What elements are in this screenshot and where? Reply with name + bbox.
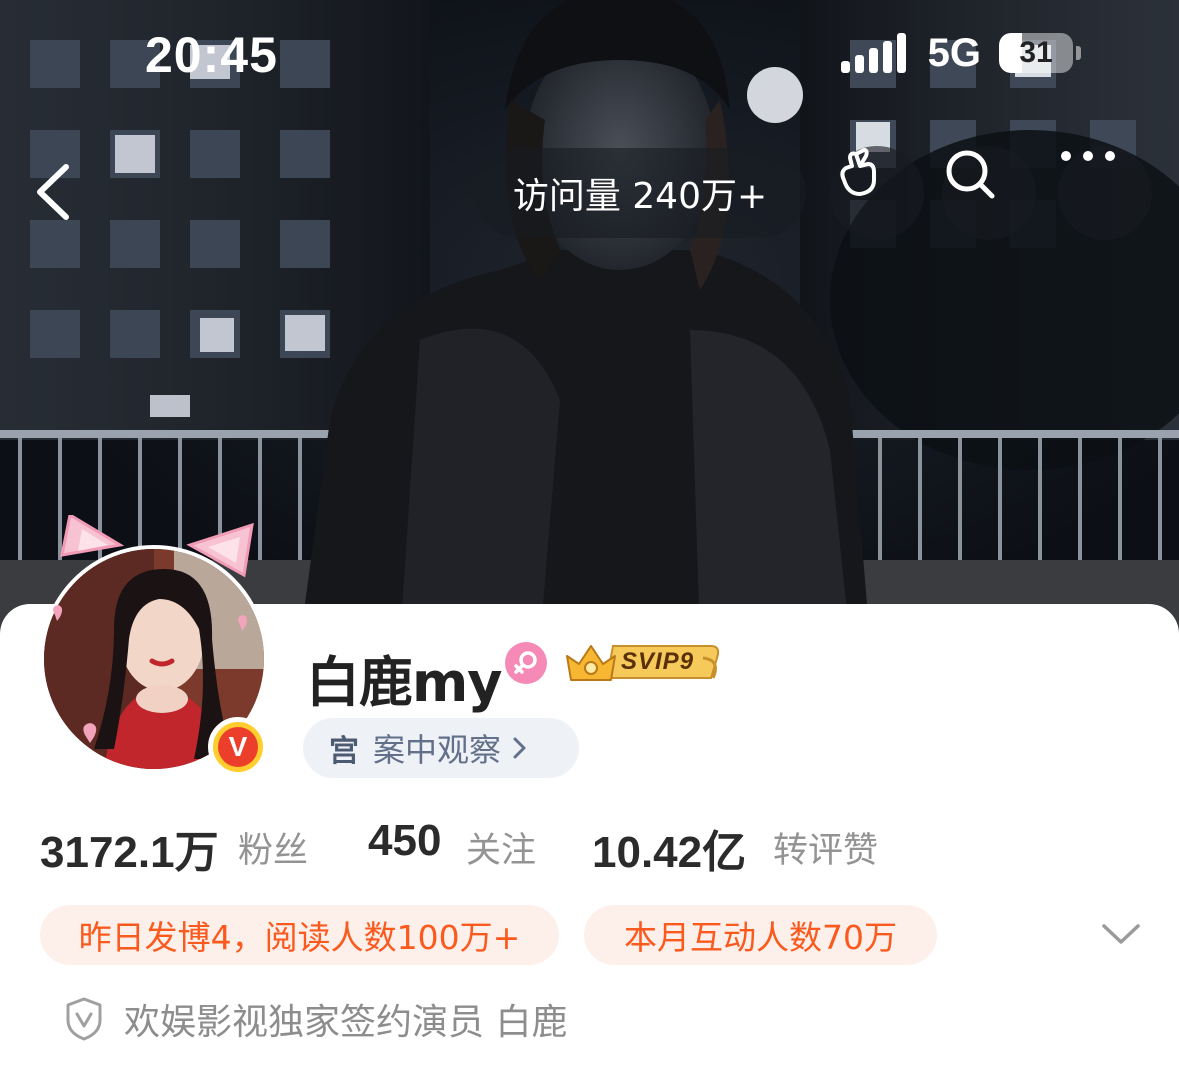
visits-count[interactable]: 访问量 240万+ — [474, 148, 806, 238]
chevron-left-icon — [37, 164, 69, 220]
followers-count[interactable]: 3172.1万 — [40, 816, 219, 880]
battery-tip — [1076, 46, 1081, 60]
monthly-interaction-chip[interactable]: 本月互动人数70万 — [584, 905, 937, 965]
likes-count[interactable]: 10.42亿 — [592, 816, 746, 880]
topic-tag[interactable]: 宫 案中观察 — [303, 718, 579, 778]
search-icon — [946, 150, 995, 199]
gesture-button[interactable] — [830, 146, 924, 240]
tag-label: 案中观察 — [373, 731, 502, 769]
daily-post-chip[interactable]: 昨日发博4，阅读人数100万+ — [40, 905, 559, 965]
status-time: 20:45 — [145, 27, 278, 83]
verified-badge: V — [208, 717, 268, 777]
back-button[interactable] — [28, 155, 98, 229]
battery-level: 31 — [1019, 36, 1053, 69]
following-count[interactable]: 450 — [368, 816, 441, 866]
network-type: 5G — [927, 30, 981, 75]
battery-icon: 31 — [999, 33, 1073, 73]
search-button[interactable] — [942, 146, 1036, 240]
svip-level: SVIP9 — [621, 648, 695, 675]
tag-icon: 宫 — [329, 734, 359, 769]
certification-row: 欢娱影视独家签约演员 白鹿 — [64, 994, 567, 1044]
expand-button[interactable] — [1100, 918, 1142, 950]
avatar[interactable]: V — [30, 515, 280, 780]
more-icon — [1061, 151, 1115, 161]
likes-label[interactable]: 转评赞 — [773, 822, 878, 873]
finger-heart-icon — [840, 148, 876, 196]
verify-mark: V — [218, 727, 258, 767]
followers-label[interactable]: 粉丝 — [238, 822, 308, 873]
more-button[interactable] — [1058, 146, 1152, 240]
svip-badge[interactable]: SVIP9 — [563, 638, 723, 686]
certification-text: 欢娱影视独家签约演员 白鹿 — [124, 1002, 568, 1043]
chevron-down-icon — [1102, 924, 1140, 944]
shield-v-icon — [66, 997, 102, 1041]
signal-icon — [840, 33, 906, 73]
status-indicators: 5G 31 — [840, 30, 1081, 76]
female-icon — [505, 642, 547, 684]
chevron-right-icon — [513, 737, 526, 759]
username: 白鹿my — [306, 651, 502, 714]
following-label[interactable]: 关注 — [466, 822, 536, 873]
